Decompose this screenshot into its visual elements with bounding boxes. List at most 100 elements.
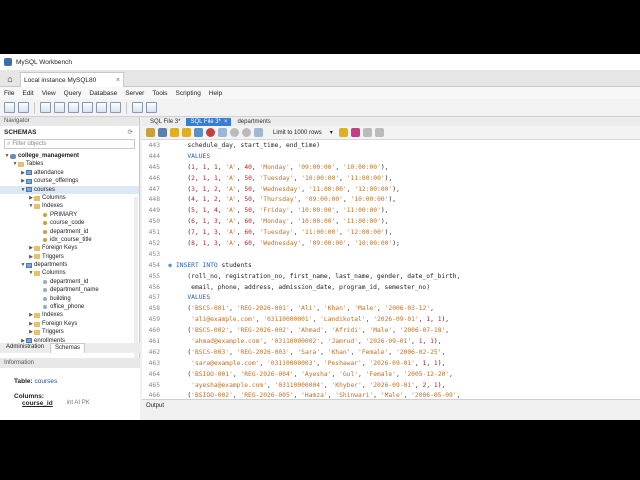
refresh-icon[interactable]: ⟳	[128, 128, 133, 136]
tree-node[interactable]: department_id	[0, 278, 139, 286]
word-wrap-icon[interactable]	[375, 128, 384, 137]
code-line[interactable]: 457 VALUES	[142, 292, 640, 303]
key-icon	[43, 238, 47, 243]
inspect-icon[interactable]	[40, 102, 51, 113]
beautify-icon[interactable]	[339, 128, 348, 137]
tree-node[interactable]: ▶ Foreign Keys	[0, 320, 139, 328]
tree-node[interactable]: department_id	[0, 228, 139, 236]
code-line[interactable]: 455 (roll_no, registration_no, first_nam…	[142, 271, 640, 282]
code-line[interactable]: 447 (3, 1, 2, 'A', 50, 'Wednesday', '11:…	[142, 184, 640, 195]
code-line[interactable]: 444 VALUES	[142, 151, 640, 162]
code-line[interactable]: 464 ('BSIOO-001', 'REG-2026-004', 'Ayesh…	[142, 369, 640, 380]
tree-node-label: courses	[34, 186, 56, 193]
toggle-error-icon[interactable]	[218, 128, 227, 137]
menu-edit[interactable]: Edit	[22, 90, 33, 97]
open-file-icon[interactable]	[146, 128, 155, 137]
create-procedure-icon[interactable]	[96, 102, 107, 113]
tab-sql-file-1[interactable]: SQL File 3*	[146, 118, 184, 126]
code-line[interactable]: 448 (4, 1, 2, 'A', 50, 'Thursday', '09:0…	[142, 194, 640, 205]
create-schema-icon[interactable]	[54, 102, 65, 113]
tree-node-label: departments	[34, 262, 68, 269]
close-icon[interactable]: ×	[116, 77, 120, 84]
code-line[interactable]: 461 'ahmad@example.com', '03110000002', …	[142, 336, 640, 347]
save-icon[interactable]	[158, 128, 167, 137]
tree-node[interactable]: ▶ Indexes	[0, 311, 139, 319]
code-line[interactable]: 452 (8, 1, 3, 'A', 60, 'Wednesday', '09:…	[142, 238, 640, 249]
menu-file[interactable]: File	[4, 90, 14, 97]
tree-node[interactable]: idx_course_title	[0, 236, 139, 244]
search-table-data-icon[interactable]	[132, 102, 143, 113]
code-line[interactable]: 460 ('BSCS-002', 'REG-2026-002', 'Ahmad'…	[142, 325, 640, 336]
menu-help[interactable]: Help	[209, 90, 222, 97]
new-sql-tab-icon[interactable]	[4, 102, 15, 113]
create-function-icon[interactable]	[110, 102, 121, 113]
tree-node[interactable]: building	[0, 295, 139, 303]
code-line[interactable]: 450 (6, 1, 3, 'A', 60, 'Monday', '10:00:…	[142, 216, 640, 227]
code-line[interactable]: 458 ('BSCS-001', 'REG-2026-001', 'Ali', …	[142, 303, 640, 314]
stop-icon[interactable]	[206, 128, 215, 137]
tab-administration[interactable]: Administration	[2, 343, 48, 353]
autocommit-icon[interactable]	[254, 128, 263, 137]
tree-node[interactable]: ▶ Triggers	[0, 253, 139, 261]
tree-node[interactable]: ▼ departments	[0, 261, 139, 269]
code-line[interactable]: 465 'ayesha@example.com', '03110000004',…	[142, 380, 640, 391]
menu-database[interactable]: Database	[89, 90, 117, 97]
tab-sql-file-active[interactable]: SQL File 3* ×	[186, 118, 232, 126]
tree-node[interactable]: department_name	[0, 286, 139, 294]
find-icon[interactable]	[351, 128, 360, 137]
tree-node[interactable]: course_code	[0, 219, 139, 227]
code-line[interactable]: 462 ('BSCS-003', 'REG-2026-003', 'Sara',…	[142, 347, 640, 358]
code-line[interactable]: 451 (7, 1, 3, 'A', 60, 'Tuesday', '11:00…	[142, 227, 640, 238]
tree-node[interactable]: ▼ Tables	[0, 160, 139, 168]
tree-node[interactable]: ▼ Indexes	[0, 202, 139, 210]
information-panel: Table: courses Columns: course_id int AI…	[0, 368, 140, 420]
code-line[interactable]: 443 schedule_day, start_time, end_time)	[142, 140, 640, 151]
tree-node[interactable]: ▼ courses	[0, 185, 139, 194]
create-table-icon[interactable]	[68, 102, 79, 113]
code-line[interactable]: 454 ● INSERT INTO students	[142, 260, 640, 271]
key-icon	[43, 212, 47, 217]
reconnect-icon[interactable]	[146, 102, 157, 113]
tree-node[interactable]: ▶ Columns	[0, 194, 139, 202]
tree-node[interactable]: ▶ Foreign Keys	[0, 244, 139, 252]
close-icon[interactable]: ×	[224, 119, 228, 125]
code-line[interactable]: 459 'ali@example.com', '03110000001', 'L…	[142, 314, 640, 325]
limit-rows-select[interactable]: Limit to 1000 rows ▾	[270, 128, 336, 138]
tab-departments[interactable]: departments	[233, 118, 274, 126]
code-line[interactable]: 463 'sara@example.com', '03110000003', '…	[142, 358, 640, 369]
code-line[interactable]: 456 email, phone, address, admission_dat…	[142, 282, 640, 293]
tree-node[interactable]: ▼ college_management	[0, 152, 139, 160]
code-text: (4, 1, 2, 'A', 50, 'Thursday', '09:00:00…	[176, 196, 397, 204]
tree-node[interactable]: ▼ Columns	[0, 269, 139, 277]
invisible-chars-icon[interactable]	[363, 128, 372, 137]
window-title: MySQL Workbench	[16, 58, 72, 66]
code-line[interactable]: 445 (1, 1, 1, 'A', 40, 'Monday', '09:00:…	[142, 162, 640, 173]
create-view-icon[interactable]	[82, 102, 93, 113]
explain-icon[interactable]	[194, 128, 203, 137]
execute-current-icon[interactable]	[182, 128, 191, 137]
home-icon[interactable]: ⌂	[3, 72, 17, 85]
menu-tools[interactable]: Tools	[152, 90, 167, 97]
code-line[interactable]: 453	[142, 249, 640, 260]
commit-icon[interactable]	[230, 128, 239, 137]
tree-node[interactable]: ▶ attendance	[0, 169, 139, 177]
tree-node[interactable]: ▶ Triggers	[0, 328, 139, 336]
open-sql-script-icon[interactable]	[18, 102, 29, 113]
tree-node[interactable]: office_phone	[0, 303, 139, 311]
menu-server[interactable]: Server	[125, 90, 144, 97]
rollback-icon[interactable]	[242, 128, 251, 137]
connection-tab[interactable]: Local instance MySQL80 ×	[20, 72, 124, 87]
tree-node[interactable]: PRIMARY	[0, 211, 139, 219]
tree-node[interactable]: ▶ course_offerings	[0, 177, 139, 185]
code-text: (roll_no, registration_no, first_name, l…	[176, 272, 461, 280]
filter-objects-input[interactable]: ⌕ Filter objects	[4, 139, 135, 149]
menu-query[interactable]: Query	[64, 90, 82, 97]
code-line[interactable]: 446 (2, 1, 1, 'A', 50, 'Tuesday', '10:00…	[142, 173, 640, 184]
execute-icon[interactable]	[170, 128, 179, 137]
menu-scripting[interactable]: Scripting	[176, 90, 201, 97]
sql-code-editor[interactable]: 443 schedule_day, start_time, end_time) 4…	[142, 140, 640, 399]
code-line[interactable]: 449 (5, 1, 4, 'A', 50, 'Friday', '10:00:…	[142, 205, 640, 216]
menu-view[interactable]: View	[42, 90, 56, 97]
tab-schemas[interactable]: Schemas	[50, 343, 86, 353]
code-line[interactable]: 466 ('BSIOO-002', 'REG-2026-005', 'Hamza…	[142, 390, 640, 399]
